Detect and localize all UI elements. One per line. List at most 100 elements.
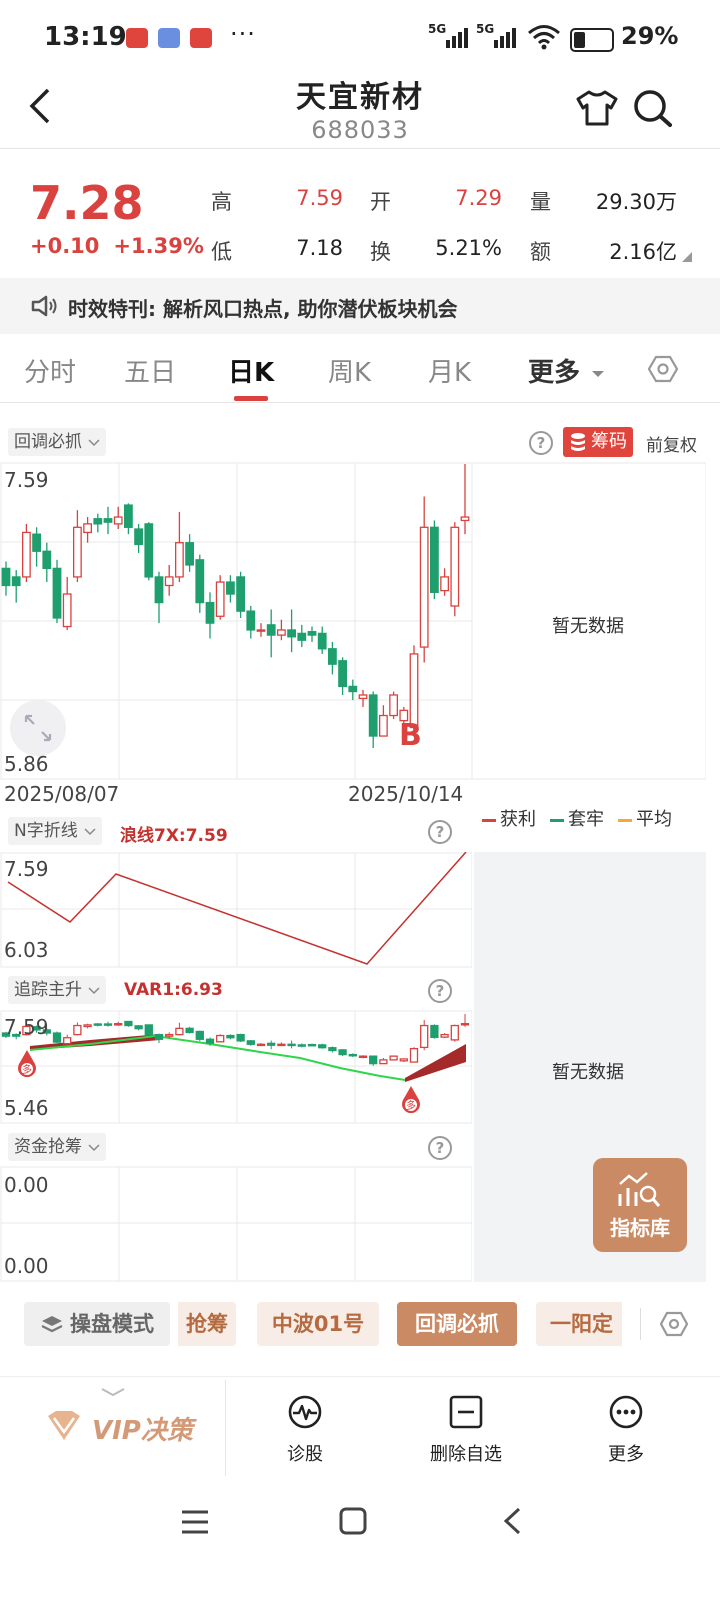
recent-apps-icon[interactable] bbox=[180, 1508, 210, 1536]
remove-watchlist-label[interactable]: 删除自选 bbox=[416, 1440, 516, 1466]
candle-body bbox=[246, 1040, 255, 1045]
active-tab-indicator bbox=[234, 396, 268, 401]
candle-body bbox=[419, 526, 429, 648]
more-icon[interactable] bbox=[608, 1394, 644, 1430]
no-data-text: 暂无数据 bbox=[552, 1062, 624, 1083]
collapse-chevron-icon[interactable] bbox=[100, 1386, 126, 1398]
legend-average: 平均 bbox=[618, 805, 672, 831]
candle-body bbox=[318, 1044, 327, 1049]
indicator-select-fund[interactable]: 资金抢筹 bbox=[8, 1133, 106, 1161]
more-label[interactable]: 更多 bbox=[576, 1440, 676, 1466]
candle-body bbox=[32, 533, 41, 552]
home-icon[interactable] bbox=[338, 1506, 368, 1536]
speaker-icon bbox=[31, 295, 57, 317]
current-price: 7.28 bbox=[30, 176, 144, 230]
chart-search-icon bbox=[618, 1172, 661, 1207]
date-start: 2025/08/07 bbox=[4, 782, 120, 806]
indicator-library-button[interactable]: 指标库 bbox=[593, 1158, 687, 1252]
candle-body bbox=[429, 526, 439, 593]
expand-corner-icon[interactable] bbox=[682, 252, 692, 262]
main-y-min: 5.86 bbox=[4, 752, 49, 776]
indicator-select-main[interactable]: 回调必抓 bbox=[8, 428, 106, 456]
candle-body bbox=[134, 1025, 143, 1030]
candle-body bbox=[450, 526, 460, 607]
strategy-chip-selected[interactable]: 回调必抓 bbox=[397, 1302, 517, 1346]
candle-body bbox=[389, 1055, 398, 1061]
vip-decision-button[interactable]: VIP决策 bbox=[92, 1410, 193, 1447]
amount-value: 2.16亿 bbox=[609, 240, 677, 264]
candle-body bbox=[83, 1024, 92, 1028]
candle-body bbox=[389, 694, 399, 717]
low-label: 低 bbox=[211, 240, 232, 264]
candle-body bbox=[297, 632, 307, 641]
candle-body bbox=[216, 1034, 225, 1043]
diagnose-icon[interactable] bbox=[287, 1394, 323, 1430]
candle-body bbox=[450, 1024, 459, 1041]
help-icon[interactable]: ? bbox=[428, 979, 452, 1003]
strategy-chip-mode[interactable]: 操盘模式 bbox=[24, 1302, 170, 1346]
tab-weekly-k[interactable]: 周K bbox=[328, 352, 371, 389]
candle-body bbox=[317, 632, 327, 650]
candle-body bbox=[236, 1033, 245, 1042]
trend-chart: 多 多 bbox=[0, 1010, 472, 1124]
tab-intraday[interactable]: 分时 bbox=[24, 352, 76, 389]
candle-body bbox=[256, 1043, 266, 1047]
strategy-chip[interactable]: 抢筹 bbox=[178, 1302, 236, 1346]
n-line-chart bbox=[0, 852, 472, 968]
tab-daily-k[interactable]: 日K bbox=[228, 352, 274, 389]
candle-body bbox=[256, 629, 266, 632]
adjust-mode[interactable]: 前复权 bbox=[646, 431, 697, 456]
search-icon[interactable] bbox=[632, 88, 676, 128]
strategy-chip[interactable]: 中波01号 bbox=[257, 1302, 379, 1346]
candle-body bbox=[399, 1058, 408, 1062]
tab-monthly-k[interactable]: 月K bbox=[428, 352, 471, 389]
app-notification-icon bbox=[158, 28, 180, 48]
diagnose-label[interactable]: 诊股 bbox=[255, 1440, 355, 1466]
candle-body bbox=[266, 624, 276, 636]
svg-text:多: 多 bbox=[406, 1099, 416, 1112]
notice-bar[interactable]: 时效特刊: 解析风口热点, 助你潜伏板块机会 bbox=[0, 278, 720, 334]
candle-body bbox=[327, 648, 337, 665]
vip-diamond-icon bbox=[48, 1411, 80, 1440]
candle-body bbox=[174, 542, 184, 578]
settings-icon[interactable] bbox=[660, 1310, 688, 1338]
high-value: 7.59 bbox=[296, 186, 343, 210]
strategy-chip[interactable]: 一阳定 bbox=[536, 1302, 622, 1346]
battery-percent: 29% bbox=[621, 22, 679, 50]
signal-5g-icon: 5G bbox=[428, 22, 474, 50]
candle-body bbox=[225, 581, 235, 595]
candle-body bbox=[73, 1024, 82, 1036]
tab-more[interactable]: 更多 bbox=[528, 352, 606, 389]
candle-body bbox=[369, 1055, 378, 1065]
remove-watchlist-icon[interactable] bbox=[448, 1394, 484, 1430]
candle-body bbox=[378, 714, 388, 737]
candle-body bbox=[42, 550, 52, 570]
nav-back-icon[interactable] bbox=[500, 1506, 524, 1536]
legend-trapped: 套牢 bbox=[550, 805, 604, 831]
high-label: 高 bbox=[211, 190, 232, 214]
chip-legend: 获利 套牢 平均 bbox=[482, 805, 672, 831]
volume-label: 量 bbox=[530, 190, 551, 214]
trend-var-value: VAR1:6.93 bbox=[124, 980, 223, 1000]
tshirt-icon[interactable] bbox=[574, 88, 620, 128]
indicator-select-n[interactable]: N字折线 bbox=[8, 817, 102, 845]
help-icon[interactable]: ? bbox=[428, 820, 452, 844]
date-end: 2025/10/14 bbox=[348, 782, 464, 806]
candle-body bbox=[358, 694, 368, 700]
tab-5day[interactable]: 五日 bbox=[124, 352, 176, 389]
help-icon[interactable]: ? bbox=[428, 1136, 452, 1160]
no-data-text: 暂无数据 bbox=[552, 616, 624, 637]
long-signal-marker: 多 bbox=[17, 1050, 36, 1078]
vip-divider bbox=[225, 1380, 226, 1476]
n-y-min: 6.03 bbox=[4, 938, 49, 962]
settings-icon[interactable] bbox=[648, 354, 678, 384]
help-icon[interactable]: ? bbox=[529, 431, 553, 455]
indicator-select-trend[interactable]: 追踪主升 bbox=[8, 976, 106, 1004]
chip-distribution-button[interactable]: 筹码 bbox=[563, 427, 633, 457]
fullscreen-button-bg[interactable] bbox=[10, 700, 66, 756]
candle-body bbox=[83, 523, 92, 534]
battery-icon bbox=[570, 28, 614, 52]
candle-body bbox=[205, 1038, 215, 1044]
amount-label: 额 bbox=[530, 240, 551, 264]
candle-body bbox=[409, 1047, 419, 1063]
